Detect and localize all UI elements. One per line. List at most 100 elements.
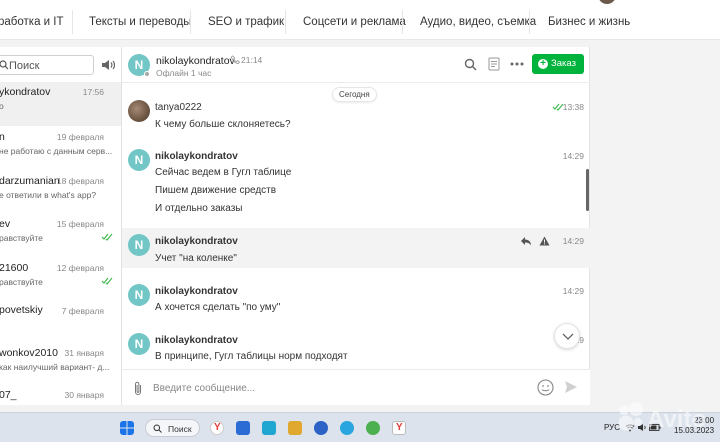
chat-list-item-date: 7 февраля — [61, 306, 104, 316]
telegram-app-icon[interactable] — [340, 421, 354, 435]
scrollbar-thumb[interactable] — [586, 169, 589, 211]
order-button[interactable]: + Заказ — [532, 54, 584, 74]
chat-list-item-date: 17:56 — [82, 87, 104, 97]
message-author[interactable]: nikolaykondratov — [155, 236, 238, 247]
system-time: 23:00 — [694, 416, 715, 425]
nav-category-seo[interactable]: SEO и трафик — [208, 16, 284, 28]
message: tanya0222 13:38 К чему больше склоняетес… — [122, 97, 590, 139]
offline-status-dot — [144, 71, 150, 77]
chat-list-item[interactable]: darzumanian 18 февраля е ответили в what… — [0, 171, 121, 215]
chat-list-item[interactable]: 07_ 30 января — [0, 385, 121, 405]
message-text: Пишем движение средств — [155, 185, 277, 196]
message-text: И отдельно заказы — [155, 203, 243, 214]
author-avatar[interactable]: N — [128, 284, 150, 306]
chat-list-item-date: 19 февраля — [56, 132, 104, 142]
message-author[interactable]: nikolaykondratov — [155, 151, 238, 162]
message: N nikolaykondratov 14:29 А хочется сдела… — [122, 280, 590, 320]
message-text: А хочется сделать "по уму" — [155, 302, 281, 313]
chat-search-input[interactable] — [9, 58, 89, 73]
files-app-icon[interactable] — [288, 421, 302, 435]
search-icon — [153, 424, 162, 433]
system-clock[interactable]: 23:00 15.03.2023 — [674, 416, 714, 436]
nav-divider — [402, 10, 403, 34]
chat-list-item[interactable]: povetskiy 7 февраля — [0, 300, 121, 344]
message-text: Учет "на коленке" — [155, 253, 237, 264]
reply-icon[interactable] — [520, 236, 532, 246]
chat-list-item-preview: не работаю с данным серв... — [0, 146, 113, 156]
nav-divider — [190, 10, 191, 34]
wifi-icon[interactable] — [625, 423, 635, 432]
chat-list-item[interactable]: ykondratov 17:56 o — [0, 82, 121, 126]
windows-start-icon[interactable] — [120, 421, 134, 435]
chat-list-item-date: 12 февраля — [56, 263, 104, 273]
chat-list-item-name: povetskiy — [0, 304, 43, 316]
read-check-icon — [101, 277, 113, 285]
send-icon[interactable] — [564, 380, 578, 394]
zoom-app-icon[interactable] — [236, 421, 250, 435]
message-text: К чему больше склоняетесь? — [155, 119, 291, 130]
battery-icon[interactable] — [649, 423, 661, 432]
chat-search[interactable] — [0, 55, 94, 75]
chat-window: N nikolaykondratov 21:14 Офлайн 1 час + … — [122, 47, 590, 405]
nav-category-it[interactable]: работка и IT — [0, 16, 64, 28]
message-author[interactable]: tanya0222 — [155, 102, 202, 113]
chat-list-item[interactable]: n 19 февраля не работаю с данным серв... — [0, 127, 121, 171]
more-icon[interactable] — [510, 62, 524, 66]
messenger-app-icon[interactable] — [314, 421, 328, 435]
message-time: 14:29 — [562, 286, 584, 296]
chat-list-item-date: 18 февраля — [56, 176, 104, 186]
nav-category-texts[interactable]: Тексты и переводы — [89, 16, 192, 28]
message: N nikolaykondratov 14:29 Учет "на коленк… — [122, 228, 590, 268]
yandex-browser-active-icon[interactable]: Y — [392, 421, 406, 435]
yandex-browser-icon[interactable]: Y — [210, 421, 224, 435]
paperclip-icon[interactable] — [133, 381, 143, 396]
chat-list-item[interactable]: ev 15 февраля равствуйте — [0, 214, 121, 258]
chat-list-item-name: darzumanian — [0, 175, 60, 187]
chat-list-item-name: 21600 — [0, 262, 29, 274]
chat-list-item-date: 30 января — [64, 390, 105, 400]
notes-icon[interactable] — [488, 57, 500, 71]
message-time: 13:38 — [562, 102, 584, 112]
nav-category-social[interactable]: Соцсети и реклама — [303, 16, 406, 28]
sound-icon[interactable] — [101, 59, 115, 71]
chat-list-item-preview: равствуйте — [0, 277, 43, 287]
keyboard-language[interactable]: РУС — [604, 423, 620, 432]
plus-icon: + — [538, 59, 548, 69]
nav-category-business[interactable]: Бизнес и жизнь — [548, 16, 630, 28]
os-taskbar: Поиск Y Y РУС 23:00 15.03.2023 — [0, 412, 720, 442]
message-author[interactable]: nikolaykondratov — [155, 286, 238, 297]
message-author[interactable]: nikolaykondratov — [155, 335, 238, 346]
author-avatar[interactable] — [128, 100, 150, 122]
order-button-label: Заказ — [551, 58, 576, 69]
chat-list-item-name: wonkov2010 — [0, 347, 58, 359]
chat-list-item-preview: как наилучший вариант- д... — [0, 362, 110, 372]
message-input[interactable] — [153, 380, 503, 396]
author-avatar[interactable]: N — [128, 149, 150, 171]
explorer-app-icon[interactable] — [262, 421, 276, 435]
taskbar-search[interactable]: Поиск — [145, 419, 200, 437]
search-icon[interactable] — [464, 58, 477, 71]
search-icon — [0, 60, 9, 70]
phone-icon — [231, 55, 240, 64]
nav-divider — [529, 10, 530, 34]
contact-status: Офлайн 1 час — [156, 68, 212, 78]
emoji-icon[interactable] — [537, 379, 554, 396]
chat-list-item-name: 07_ — [0, 389, 17, 401]
chat-list-item-preview: равствуйте — [0, 233, 43, 243]
chat-list-item[interactable]: wonkov2010 31 января как наилучший вариа… — [0, 343, 121, 387]
contact-name[interactable]: nikolaykondratov — [156, 55, 235, 67]
chat-list-item[interactable]: 21600 12 февраля равствуйте — [0, 258, 121, 302]
user-avatar[interactable] — [598, 0, 616, 4]
message-text: В принципе, Гугл таблицы норм подходят — [155, 351, 348, 362]
chevron-down-icon — [562, 333, 574, 340]
report-icon[interactable] — [539, 236, 550, 246]
author-avatar[interactable]: N — [128, 234, 150, 256]
taskbar-search-label: Поиск — [168, 424, 192, 434]
nav-category-media[interactable]: Аудио, видео, съемка — [420, 16, 536, 28]
speaker-icon[interactable] — [637, 423, 647, 432]
scroll-to-bottom-button[interactable] — [554, 323, 580, 349]
network-app-icon[interactable] — [366, 421, 380, 435]
author-avatar[interactable]: N — [128, 333, 150, 355]
message: N nikolaykondratov 14:29 В принципе, Гуг… — [122, 329, 590, 369]
nav-divider — [72, 10, 73, 34]
